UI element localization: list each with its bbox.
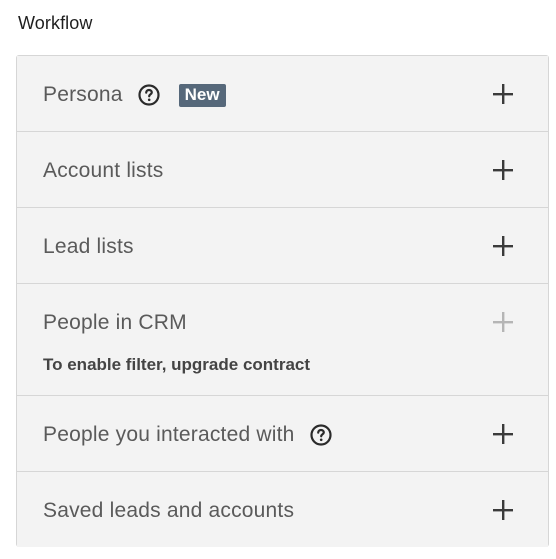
filter-label-saved-leads: Saved leads and accounts: [43, 499, 295, 522]
filter-label-lead-lists: Lead lists: [43, 235, 134, 258]
plus-icon[interactable]: [492, 83, 514, 105]
upgrade-note: To enable filter, upgrade contract: [43, 355, 311, 374]
filter-label-persona: Persona: [43, 83, 123, 106]
filter-row-account-lists[interactable]: Account lists: [17, 132, 548, 208]
filter-label-people-in-crm: People in CRM: [43, 311, 187, 334]
filter-label-people-interacted: People you interacted with: [43, 423, 295, 446]
filter-row-saved-leads[interactable]: Saved leads and accounts: [17, 472, 548, 547]
filter-row-people-interacted[interactable]: People you interacted with: [17, 396, 548, 472]
help-circle-icon[interactable]: [137, 83, 161, 107]
plus-icon[interactable]: [492, 159, 514, 181]
filter-label-account-lists: Account lists: [43, 159, 164, 182]
plus-icon-disabled: [492, 311, 514, 333]
help-circle-icon[interactable]: [309, 423, 333, 447]
filter-panel: Persona New Account lists Lead lists Peo…: [16, 55, 549, 547]
filter-row-lead-lists[interactable]: Lead lists: [17, 208, 548, 284]
new-badge: New: [178, 83, 226, 107]
plus-icon[interactable]: [492, 423, 514, 445]
filter-row-people-in-crm: People in CRM To enable filter, upgrade …: [17, 284, 548, 396]
filter-row-persona[interactable]: Persona New: [17, 56, 548, 132]
plus-icon[interactable]: [492, 235, 514, 257]
plus-icon[interactable]: [492, 499, 514, 521]
section-title: Workflow: [18, 13, 93, 33]
